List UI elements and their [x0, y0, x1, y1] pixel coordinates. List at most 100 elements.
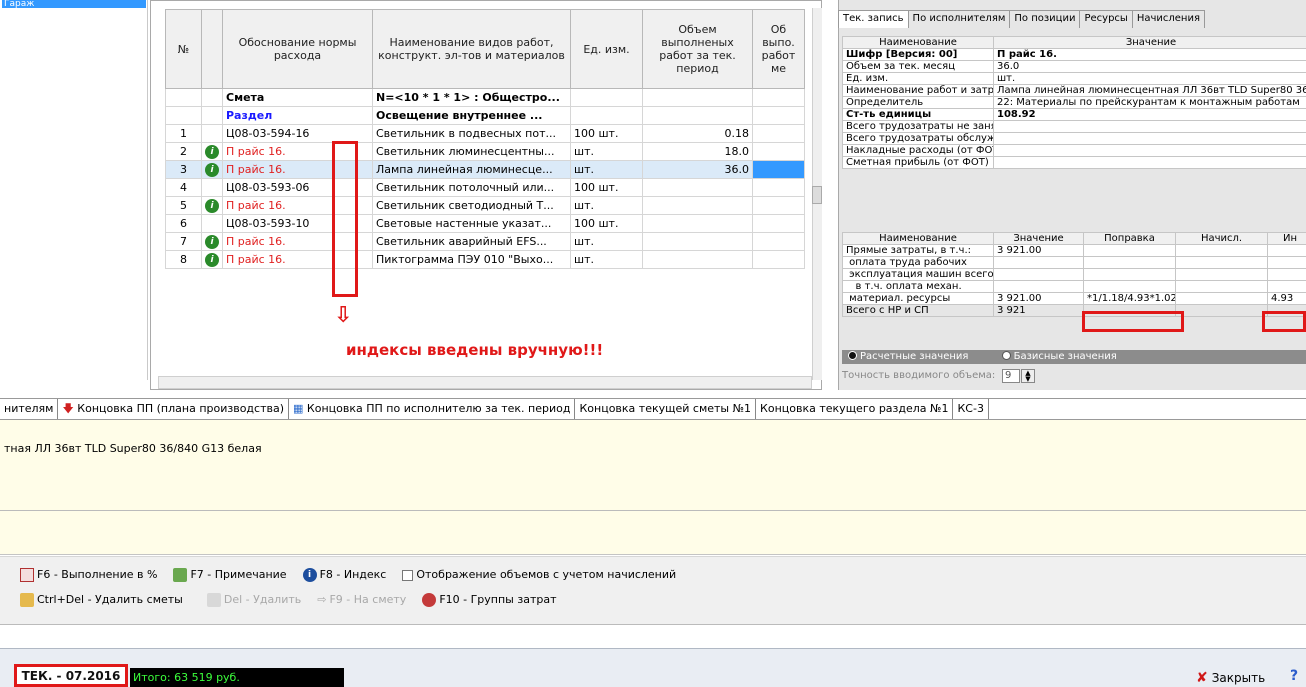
cost-correction[interactable] [1083, 244, 1176, 257]
tab-section-ending[interactable]: Концовка текущего раздела №1 [756, 399, 954, 419]
cell-volume-month[interactable] [752, 142, 805, 161]
tab-accruals[interactable]: Начисления [1131, 10, 1205, 28]
tab-by-executors-summary[interactable]: нителям [0, 399, 59, 419]
close-button[interactable]: ✘ Закрыть [1196, 670, 1265, 686]
table-row[interactable]: 2iП райс 16. Светильник люминесцентны... ш… [165, 142, 805, 161]
property-value[interactable] [993, 120, 1306, 133]
radio-calc-values[interactable]: Расчетные значения [842, 351, 968, 362]
col-header-norm[interactable]: Обоснование нормы расхода [222, 9, 373, 89]
grid-scroll-thumb[interactable] [812, 186, 822, 204]
property-row[interactable]: Всего трудозатраты обслуж. [842, 132, 1306, 145]
col-header-volume[interactable]: Объем выполненых работ за тек. период [642, 9, 753, 89]
cost-correction[interactable] [1083, 268, 1176, 281]
index-info-icon[interactable]: i [205, 253, 219, 267]
percent-execution-button[interactable]: F6 - Выполнение в % [20, 566, 157, 584]
table-row[interactable]: 8iП райс 16. Пиктограмма ПЭУ 010 "Выхо...… [165, 250, 805, 269]
property-value[interactable] [993, 156, 1306, 169]
precision-input[interactable]: 9 [1002, 369, 1020, 383]
to-estimate-button[interactable]: ⇨ F9 - На смету [317, 591, 406, 609]
cell-volume-month[interactable] [752, 106, 805, 125]
property-value[interactable]: 108.92 [993, 108, 1306, 121]
cost-row[interactable]: в т.ч. оплата механ. [842, 280, 1306, 293]
property-row[interactable]: Сметная прибыль (от ФОТ) [842, 156, 1306, 169]
cost-accrual[interactable] [1175, 280, 1268, 293]
precision-spinner[interactable]: ▲ ▼ [1021, 369, 1035, 383]
cost-correction[interactable] [1083, 256, 1176, 269]
col-header-volume-month[interactable]: Об выпо. работ ме [752, 9, 805, 89]
cost-accrual[interactable] [1175, 304, 1268, 317]
col-header-icon[interactable] [201, 9, 223, 89]
col-header-num[interactable]: № [165, 9, 202, 89]
property-value[interactable] [993, 144, 1306, 157]
table-row[interactable]: 5iП райс 16. Светильник светодиодный Т...… [165, 196, 805, 215]
index-info-icon[interactable]: i [205, 235, 219, 249]
property-row[interactable]: Ед. изм. шт. [842, 72, 1306, 85]
tab-resources[interactable]: Ресурсы [1079, 10, 1133, 28]
cell-volume-month[interactable] [752, 124, 805, 143]
cost-accrual[interactable] [1175, 256, 1268, 269]
index-info-icon[interactable]: i [205, 145, 219, 159]
property-row[interactable]: Объем за тек. месяц 36.0 [842, 60, 1306, 73]
property-value[interactable]: П райс 16. [993, 48, 1306, 61]
note-area[interactable] [0, 511, 1306, 555]
cost-groups-button[interactable]: F10 - Группы затрат [422, 591, 557, 609]
cost-row[interactable]: эксплуатация машин всего [842, 268, 1306, 281]
property-row[interactable]: Накладные расходы (от ФОТ [842, 144, 1306, 157]
delete-button[interactable]: Del - Удалить [206, 591, 301, 609]
cell-volume-month[interactable] [752, 196, 805, 215]
table-row[interactable]: 7iП райс 16. Светильник аварийный EFS... ш… [165, 232, 805, 251]
current-period[interactable]: ТЕК. - 07.2016 [14, 664, 128, 687]
volumes-with-accruals-checkbox[interactable]: Отображение объемов с учетом начислений [402, 566, 676, 584]
object-tree[interactable]: Гараж [0, 0, 148, 380]
property-row[interactable]: Шифр [Версия: 00] П райс 16. [842, 48, 1306, 61]
tab-by-executors[interactable]: По исполнителям [907, 10, 1011, 28]
table-row[interactable]: Раздел Освещение внутреннее ... [165, 106, 805, 125]
cost-row[interactable]: Прямые затраты, в т.ч.: 3 921.00 [842, 244, 1306, 257]
index-info-icon[interactable]: i [205, 163, 219, 177]
property-value[interactable]: шт. [993, 72, 1306, 85]
cell-volume-month[interactable] [752, 160, 805, 179]
cost-index[interactable]: 4.93 [1267, 292, 1306, 305]
cell-volume-month[interactable] [752, 214, 805, 233]
index-button[interactable]: i F8 - Индекс [302, 566, 386, 584]
cell-volume-month[interactable] [752, 250, 805, 269]
tab-production-plan-ending[interactable]: 🡇 Концовка ПП (плана производства) [58, 399, 290, 419]
tab-ks3[interactable]: КС-3 [953, 399, 989, 419]
property-row[interactable]: Ст-ть единицы 108.92 [842, 108, 1306, 121]
table-row[interactable]: 6 Ц08-03-593-10 Световые настенные указат.… [165, 214, 805, 233]
tab-production-plan-by-executor[interactable]: ▦ Концовка ПП по исполнителю за тек. пер… [289, 399, 576, 419]
property-value[interactable]: Лампа линейная люминесцентная ЛЛ 36вт TL… [993, 84, 1306, 97]
property-value[interactable]: 22: Материалы по прейскурантам к монтажн… [993, 96, 1306, 109]
col-header-unit[interactable]: Ед. изм. [570, 9, 643, 89]
table-row[interactable]: 1 Ц08-03-594-16 Светильник в подвесных пот… [165, 124, 805, 143]
radio-base-values[interactable]: Базисные значения [996, 351, 1117, 362]
cell-volume-month[interactable] [752, 88, 805, 107]
cell-volume-month[interactable] [752, 178, 805, 197]
property-row[interactable]: Всего трудозатраты не заня [842, 120, 1306, 133]
cost-index[interactable] [1267, 280, 1306, 293]
cost-row[interactable]: оплата труда рабочих [842, 256, 1306, 269]
tab-estimate-ending[interactable]: Концовка текущей сметы №1 [575, 399, 757, 419]
property-row[interactable]: Определитель 22: Материалы по прейскурант… [842, 96, 1306, 109]
index-info-icon[interactable]: i [205, 199, 219, 213]
cost-accrual[interactable] [1175, 244, 1268, 257]
table-row[interactable]: Смета N=<10 * 1 * 1> : Общестро... [165, 88, 805, 107]
note-button[interactable]: F7 - Примечание [173, 566, 287, 584]
cost-accrual[interactable] [1175, 292, 1268, 305]
cost-index[interactable] [1267, 256, 1306, 269]
cost-row[interactable]: Всего с НР и СП 3 921 [842, 304, 1306, 317]
cost-index[interactable] [1267, 268, 1306, 281]
help-icon[interactable]: ? [1290, 668, 1298, 684]
description-area[interactable]: тная ЛЛ 36вт TLD Super80 36/840 G13 бела… [0, 420, 1306, 511]
tab-by-position[interactable]: По позиции [1009, 10, 1081, 28]
cost-correction[interactable] [1083, 280, 1176, 293]
tree-item-selected[interactable]: Гараж [2, 0, 146, 8]
property-value[interactable]: 36.0 [993, 60, 1306, 73]
property-row[interactable]: Наименование работ и затра Лампа линейная… [842, 84, 1306, 97]
tab-current-record[interactable]: Тек. запись [838, 10, 909, 28]
col-header-name[interactable]: Наименование видов работ, конструкт. эл-… [372, 9, 571, 89]
cost-correction[interactable]: *1/1.18/4.93*1.02 [1083, 292, 1176, 305]
cost-row[interactable]: материал. ресурсы 3 921.00 *1/1.18/4.93*1.… [842, 292, 1306, 305]
table-row[interactable]: 3iП райс 16. Лампа линейная люминесце... ш… [165, 160, 805, 179]
cost-index[interactable] [1267, 244, 1306, 257]
